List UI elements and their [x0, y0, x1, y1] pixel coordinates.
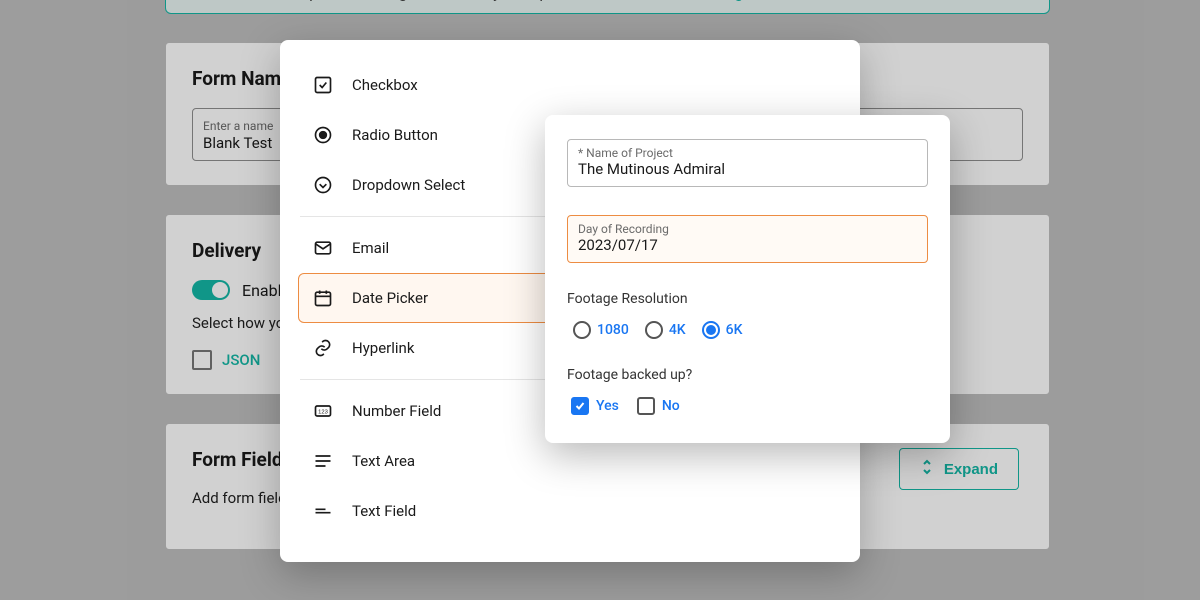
backed-up-yes[interactable]: Yes — [571, 397, 619, 415]
radio-label: 4K — [669, 322, 686, 338]
recording-date-label: Day of Recording — [578, 222, 917, 236]
menu-label: Email — [352, 239, 389, 257]
menu-label: Hyperlink — [352, 339, 414, 357]
checkbox-label: No — [662, 398, 680, 414]
resolution-option-6k[interactable]: 6K — [702, 321, 743, 339]
project-name-value: The Mutinous Admiral — [578, 160, 917, 178]
backed-up-no[interactable]: No — [637, 397, 680, 415]
menu-item-textfield[interactable]: Text Field — [298, 486, 842, 536]
textfield-icon — [312, 500, 334, 522]
radio-label: 6K — [726, 322, 743, 338]
svg-text:123: 123 — [318, 410, 328, 416]
field-preview-panel: * Name of Project The Mutinous Admiral D… — [545, 115, 950, 443]
checkbox-icon — [637, 397, 655, 415]
radio-icon — [573, 321, 591, 339]
radio-icon — [312, 124, 334, 146]
resolution-option-4k[interactable]: 4K — [645, 321, 686, 339]
resolution-option-1080[interactable]: 1080 — [573, 321, 629, 339]
checkbox-icon — [312, 74, 334, 96]
menu-item-textarea[interactable]: Text Area — [298, 436, 842, 486]
menu-item-checkbox[interactable]: Checkbox — [298, 60, 842, 110]
number-icon: 123 — [312, 400, 334, 422]
link-icon — [312, 337, 334, 359]
recording-date-field[interactable]: Day of Recording 2023/07/17 — [567, 215, 928, 263]
radio-label: 1080 — [597, 322, 629, 338]
menu-label: Radio Button — [352, 126, 438, 144]
checkbox-label: Yes — [596, 398, 619, 414]
project-name-field[interactable]: * Name of Project The Mutinous Admiral — [567, 139, 928, 187]
project-name-label: * Name of Project — [578, 146, 917, 160]
menu-label: Number Field — [352, 402, 441, 420]
dropdown-icon — [312, 174, 334, 196]
email-icon — [312, 237, 334, 259]
radio-icon — [645, 321, 663, 339]
menu-label: Date Picker — [352, 289, 428, 307]
menu-label: Text Area — [352, 452, 415, 470]
backed-up-group: Yes No — [567, 397, 928, 415]
recording-date-value: 2023/07/17 — [578, 236, 917, 254]
menu-label: Text Field — [352, 502, 416, 520]
resolution-radio-group: 1080 4K 6K — [567, 321, 928, 339]
backed-up-label: Footage backed up? — [567, 367, 928, 383]
textarea-icon — [312, 450, 334, 472]
menu-label: Checkbox — [352, 76, 418, 94]
checkbox-icon — [571, 397, 589, 415]
menu-label: Dropdown Select — [352, 176, 465, 194]
radio-icon — [702, 321, 720, 339]
calendar-icon — [312, 287, 334, 309]
resolution-label: Footage Resolution — [567, 291, 928, 307]
